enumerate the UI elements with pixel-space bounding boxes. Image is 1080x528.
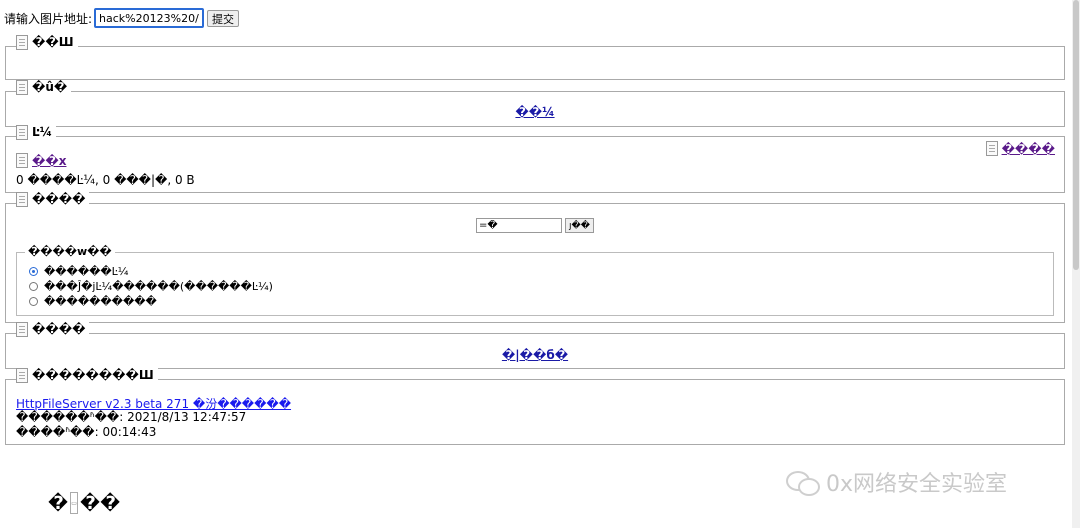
document-icon xyxy=(16,368,28,383)
section-legend: Ŀ¼ xyxy=(16,125,57,140)
wechat-logo-icon xyxy=(786,469,820,496)
server-time: ������ʱ��: 2021/8/13 12:47:57 xyxy=(16,410,247,424)
section-server-info: ��������Ш HttpFileServer v2.3 beta 271 �… xyxy=(5,368,1065,445)
search-options-group: ����w�� ������Ŀ¼ ���Ĵ�jĿ¼������(������Ŀ¼… xyxy=(16,245,1054,316)
image-url-form: 请输入图片地址: 提交 xyxy=(4,8,240,28)
server-uptime: ����ʱ��: 00:14:43 xyxy=(16,425,157,439)
section-folder: Ŀ¼ ��x ���� 0 ����Ŀ¼, 0 ���|�, 0 B xyxy=(5,125,1065,193)
vertical-scrollbar[interactable] xyxy=(1072,0,1080,528)
search-input[interactable] xyxy=(476,218,563,233)
image-url-input[interactable] xyxy=(94,8,205,28)
section-user: �û� ��¼ xyxy=(5,80,1065,127)
folder-sub-link-wrap: ��x xyxy=(16,153,66,168)
search-option-3[interactable]: ���������� xyxy=(29,295,157,308)
submit-button[interactable]: 提交 xyxy=(207,9,240,27)
watermark: 0x网络安全实验室 xyxy=(786,466,1007,498)
section-title: ��������Ш xyxy=(32,368,154,382)
radio-selected-icon[interactable] xyxy=(29,267,38,276)
document-icon xyxy=(16,322,28,337)
section-title: ���� xyxy=(32,322,86,336)
scrollbar-thumb[interactable] xyxy=(1073,0,1079,270)
document-icon xyxy=(985,141,998,156)
folder-sub-link[interactable]: ��x xyxy=(32,154,66,168)
section-title: Ŀ¼ xyxy=(32,125,53,139)
document-icon xyxy=(16,125,28,140)
server-version-link[interactable]: HttpFileServer v2.3 beta 271 �汾������ xyxy=(16,397,291,411)
search-go-button[interactable]: ȷ�� xyxy=(565,218,594,233)
section-search: ���� ȷ�� ����w�� ������Ŀ¼ ���Ĵ�jĿ¼������… xyxy=(5,192,1065,323)
document-icon xyxy=(16,35,28,50)
document-icon xyxy=(16,192,28,207)
section-legend: ���� xyxy=(16,192,90,207)
broken-text-right: �� xyxy=(80,492,121,514)
section-title: ���� xyxy=(32,192,86,206)
search-options-title: ����w�� xyxy=(25,245,115,258)
section-legend: ��������Ш xyxy=(16,368,158,383)
section-title: �û� xyxy=(32,80,68,94)
section-info: ��Ш xyxy=(5,35,1065,80)
watermark-text: 0x网络安全实验室 xyxy=(826,472,1008,497)
folder-right-link-wrap: ���� xyxy=(985,141,1055,156)
broken-image-area: � ▭ �� xyxy=(48,492,120,514)
actions-link[interactable]: �|��б� xyxy=(502,348,568,362)
section-title: ��Ш xyxy=(32,35,74,49)
broken-image-icon: ▭ xyxy=(70,492,79,514)
image-url-label: 请输入图片地址: xyxy=(4,11,93,26)
section-actions: ���� �|��б� xyxy=(5,322,1065,369)
search-option-label: ������Ŀ¼ xyxy=(44,265,129,278)
section-legend: ���� xyxy=(16,322,90,337)
folder-stats: 0 ����Ŀ¼, 0 ���|�, 0 B xyxy=(16,173,195,187)
login-link[interactable]: ��¼ xyxy=(515,105,554,119)
search-option-label: ���Ĵ�jĿ¼������(������Ŀ¼) xyxy=(44,280,273,293)
radio-icon[interactable] xyxy=(29,297,38,306)
section-legend: ��Ш xyxy=(16,35,78,50)
radio-icon[interactable] xyxy=(29,282,38,291)
search-option-label: ���������� xyxy=(44,295,157,308)
search-option-1[interactable]: ������Ŀ¼ xyxy=(29,265,128,278)
search-option-2[interactable]: ���Ĵ�jĿ¼������(������Ŀ¼) xyxy=(29,280,273,293)
broken-text-left: � xyxy=(48,492,69,514)
document-icon xyxy=(16,153,28,168)
folder-right-link[interactable]: ���� xyxy=(1002,142,1055,156)
document-icon xyxy=(16,80,28,95)
section-legend: �û� xyxy=(16,80,72,95)
